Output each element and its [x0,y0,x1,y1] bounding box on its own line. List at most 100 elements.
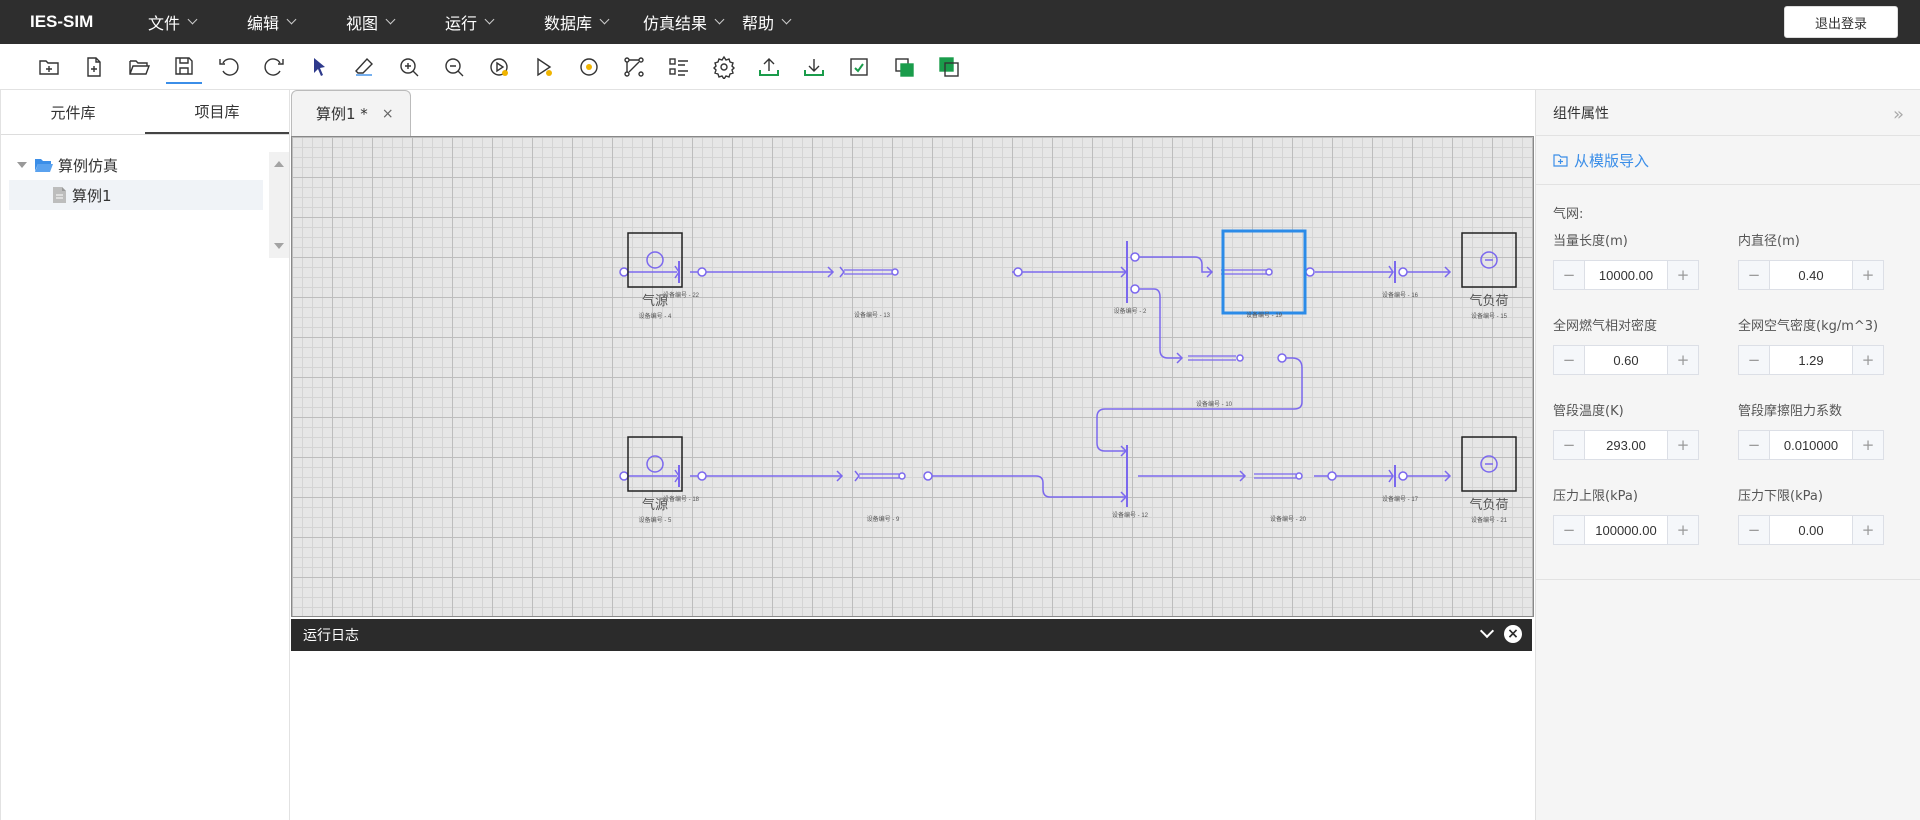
chevron-down-icon [286,14,297,25]
chevron-down-icon[interactable] [1479,623,1495,639]
inner-diameter-stepper: − + [1738,260,1884,290]
increment-button[interactable]: + [1667,261,1698,289]
tab-case1-label: 算例1 * [316,105,368,123]
redo-icon[interactable] [256,50,292,84]
file-icon [53,187,66,203]
pressure-upper-input[interactable] [1585,516,1667,544]
menu-help[interactable]: 帮助 [742,10,841,34]
pipe-temperature-input[interactable] [1585,431,1667,459]
device-17-id: 设备编号 - 17 [1382,495,1419,503]
increment-button[interactable]: + [1667,516,1698,544]
menu-run-label: 运行 [445,14,478,33]
zoom-out-icon[interactable] [436,50,472,84]
decrement-button[interactable]: − [1739,516,1770,544]
tab-component-library[interactable]: 元件库 [1,90,145,134]
properties-title: 组件属性 [1553,105,1609,122]
field-label: 管段温度(K) [1553,404,1624,419]
checklist-icon[interactable] [661,50,697,84]
menu-sim-results[interactable]: 仿真结果 [643,10,742,34]
field-label: 全网空气密度(kg/m^3) [1738,319,1879,334]
pressure-upper-stepper: − + [1553,515,1699,545]
select-pointer-icon[interactable] [301,50,337,84]
tab-project-library[interactable]: 项目库 [145,90,289,134]
field-inner-diameter: 内直径(m) − + [1738,230,1918,290]
close-icon[interactable]: × [382,106,394,122]
decrement-button[interactable]: − [1554,346,1585,374]
tree-item-case1[interactable]: 算例1 [9,180,263,210]
tree-scrollbar[interactable] [269,152,289,258]
increment-button[interactable]: + [1852,261,1883,289]
upload-icon[interactable] [751,50,787,84]
friction-coefficient-input[interactable] [1770,431,1852,459]
equivalent-length-stepper: − + [1553,260,1699,290]
zoom-in-icon[interactable] [391,50,427,84]
network-icon[interactable] [616,50,652,84]
diagram-canvas[interactable]: 气源 设备编号 - 4 气源 设备编号 - 5 气负荷 设备编号 - 15 气负… [291,136,1534,617]
field-pressure-upper-limit: 压力上限(kPa) − + [1553,485,1733,545]
menu-file[interactable]: 文件 [148,10,247,34]
close-icon[interactable]: × [1504,625,1522,643]
increment-button[interactable]: + [1667,346,1698,374]
decrement-button[interactable]: − [1554,431,1585,459]
logout-button[interactable]: 退出登录 [1784,6,1898,38]
double-chevron-right-icon[interactable]: » [1893,104,1904,125]
air-density-input[interactable] [1770,346,1852,374]
menu-edit-label: 编辑 [247,14,280,33]
menu-run[interactable]: 运行 [445,10,544,34]
run-log-bar[interactable]: 运行日志 × [291,619,1532,651]
decrement-button[interactable]: − [1739,431,1770,459]
gas-source-1[interactable] [627,232,683,288]
decrement-button[interactable]: − [1554,261,1585,289]
left-panel: 元件库 项目库 算例仿真 算例1 [0,90,290,820]
pipe-temperature-stepper: − + [1553,430,1699,460]
menu-view[interactable]: 视图 [346,10,445,34]
target-icon[interactable] [571,50,607,84]
tree-item-root[interactable]: 算例仿真 [9,150,263,180]
project-tree: 算例仿真 算例1 [9,150,263,210]
field-label: 压力上限(kPa) [1553,489,1638,504]
decrement-button[interactable]: − [1739,261,1770,289]
field-gas-relative-density: 全网燃气相对密度 − + [1553,315,1733,375]
scroll-down-icon[interactable] [274,243,284,249]
tree-child-label: 算例1 [72,186,112,205]
increment-button[interactable]: + [1852,431,1883,459]
field-label: 内直径(m) [1738,234,1800,249]
open-folder-icon[interactable] [121,50,157,84]
eraser-icon[interactable] [346,50,382,84]
gas-source-2[interactable] [627,436,683,492]
undo-icon[interactable] [211,50,247,84]
import-label: 从模版导入 [1574,151,1650,170]
copy-icon[interactable] [886,50,922,84]
device-18-id: 设备编号 - 18 [663,495,700,503]
equivalent-length-input[interactable] [1585,261,1667,289]
new-file-icon[interactable] [76,50,112,84]
log-actions: × [1479,623,1522,643]
decrement-button[interactable]: − [1554,516,1585,544]
new-folder-icon[interactable] [31,50,67,84]
menu-edit[interactable]: 编辑 [247,10,346,34]
load-2-label: 气负荷 [1469,497,1508,512]
tab-case1[interactable]: 算例1 * × [291,90,411,136]
selected-pipe-19[interactable] [1221,229,1307,315]
settings-icon[interactable] [706,50,742,84]
save-icon[interactable] [166,50,202,84]
layers-icon[interactable] [931,50,967,84]
scroll-up-icon[interactable] [274,161,284,167]
increment-button[interactable]: + [1852,516,1883,544]
download-icon[interactable] [796,50,832,84]
increment-button[interactable]: + [1852,346,1883,374]
field-air-density: 全网空气密度(kg/m^3) − + [1738,315,1918,375]
caret-down-icon[interactable] [17,162,27,168]
pressure-lower-input[interactable] [1770,516,1852,544]
device-16-id: 设备编号 - 16 [1382,291,1419,299]
gas-relative-density-input[interactable] [1585,346,1667,374]
increment-button[interactable]: + [1667,431,1698,459]
friction-coefficient-stepper: − + [1738,430,1884,460]
import-from-template-button[interactable]: 从模版导入 [1536,135,1920,185]
menu-database[interactable]: 数据库 [544,10,643,34]
play-icon[interactable] [481,50,517,84]
inner-diameter-input[interactable] [1770,261,1852,289]
run-config-icon[interactable] [526,50,562,84]
report-icon[interactable] [841,50,877,84]
decrement-button[interactable]: − [1739,346,1770,374]
